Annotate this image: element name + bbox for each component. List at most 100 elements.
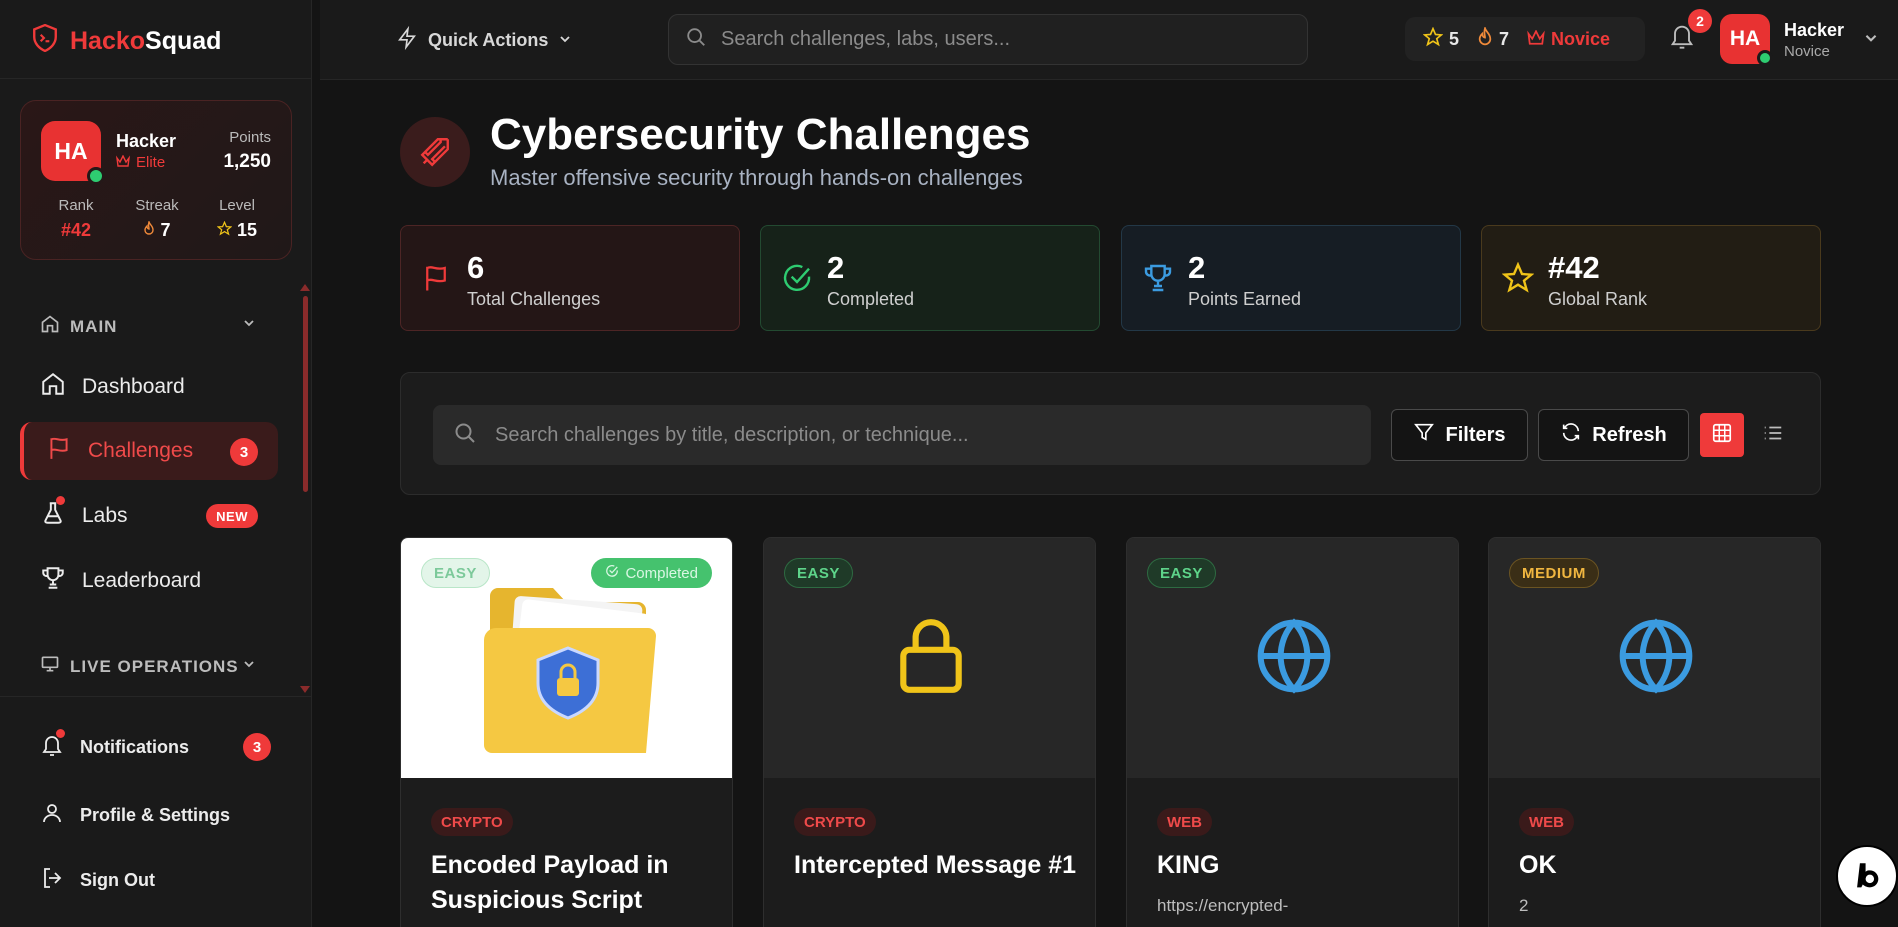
stat-value: 2 — [1188, 250, 1206, 285]
quick-actions-label: Quick Actions — [428, 30, 549, 50]
star-icon — [1501, 261, 1535, 299]
profile-card[interactable]: HA Hacker Elite Points 1,250 Rank #42 St… — [20, 100, 292, 260]
section-live-header[interactable]: LIVE OPERATIONS — [40, 654, 239, 679]
sidebar-item-notifications[interactable]: Notifications — [40, 729, 190, 763]
profile-name: Hacker — [116, 131, 177, 151]
brand-name-part2: Squad — [145, 27, 222, 55]
section-live-label: LIVE OPERATIONS — [70, 656, 239, 676]
check-circle-icon — [781, 262, 813, 299]
divider — [0, 696, 312, 697]
notifications-dot — [56, 729, 65, 738]
sidebar-item-leaderboard[interactable]: Leaderboard — [20, 552, 278, 610]
sidebar-scrollbar[interactable] — [303, 296, 308, 492]
challenge-card[interactable]: EASY WEB KING https://encrypted- — [1126, 537, 1459, 927]
stat-value: 2 — [827, 250, 845, 285]
challenge-card[interactable]: EASY Completed CRYPTO Encoded Payload in… — [400, 537, 733, 927]
challenge-card[interactable]: EASY CRYPTO Intercepted Message #1 — [763, 537, 1096, 927]
quick-actions-button[interactable]: Quick Actions — [396, 25, 572, 55]
challenge-description: https://encrypted- — [1157, 896, 1289, 915]
filters-label: Filters — [1445, 423, 1506, 446]
refresh-button[interactable]: Refresh — [1538, 409, 1689, 461]
globe-icon — [1254, 616, 1334, 701]
monitor-icon — [40, 654, 60, 679]
rank-value: #42 — [60, 220, 92, 240]
brand-name-part1: Hacko — [70, 27, 146, 55]
category-badge: CRYPTO — [794, 808, 876, 836]
challenge-title: Encoded Payload in Suspicious Script — [431, 851, 669, 914]
streak-value: 7 — [160, 220, 171, 240]
section-main-header[interactable]: MAIN — [40, 314, 117, 339]
search-icon — [685, 26, 707, 53]
global-search[interactable] — [668, 14, 1308, 65]
sidebar: HackoSquad HA Hacker Elite Points 1,250 … — [0, 0, 312, 927]
sidebar-item-sign-out[interactable]: Sign Out — [40, 866, 155, 895]
trophy-icon — [40, 565, 66, 597]
list-view-toggle[interactable] — [1751, 413, 1795, 457]
profile-tier: Elite — [115, 154, 166, 171]
flag-icon — [46, 435, 72, 467]
stars-count: 5 — [1449, 28, 1460, 49]
scroll-up-arrow[interactable] — [300, 284, 310, 291]
challenge-search-input[interactable] — [495, 423, 1355, 447]
lock-icon — [893, 616, 969, 701]
sidebar-item-label: Dashboard — [82, 375, 185, 398]
level-stat: Level 15 — [197, 197, 277, 241]
star-icon — [216, 220, 233, 241]
page-title: Cybersecurity Challenges — [490, 110, 1031, 159]
completed-badge: Completed — [591, 558, 712, 588]
user-name[interactable]: Hacker — [1784, 20, 1844, 41]
difficulty-badge: EASY — [784, 558, 853, 588]
chevron-down-icon[interactable] — [242, 657, 256, 676]
logout-icon — [40, 866, 64, 895]
filters-button[interactable]: Filters — [1391, 409, 1528, 461]
home-icon — [40, 371, 66, 403]
search-input[interactable] — [721, 28, 1281, 51]
labs-notify-dot — [56, 496, 65, 505]
scroll-down-arrow[interactable] — [300, 686, 310, 693]
chevron-down-icon — [558, 30, 572, 51]
user-stats-pill[interactable]: 5 7 Novice — [1405, 17, 1645, 61]
sidebar-item-profile-settings[interactable]: Profile & Settings — [40, 801, 230, 830]
user-icon — [40, 801, 64, 830]
challenge-title: OK — [1519, 851, 1557, 879]
crown-icon — [1527, 28, 1545, 50]
sidebar-item-labs[interactable]: Labs NEW — [20, 487, 278, 545]
challenge-card[interactable]: MEDIUM WEB OK 2 — [1488, 537, 1821, 927]
sidebar-item-dashboard[interactable]: Dashboard — [20, 358, 278, 416]
sidebar-item-challenges[interactable]: Challenges 3 — [20, 422, 278, 480]
brand-logo[interactable]: HackoSquad — [32, 23, 222, 59]
profile-tier-label: Elite — [136, 154, 166, 171]
chevron-down-icon[interactable] — [1863, 30, 1879, 51]
flame-icon — [1477, 25, 1493, 52]
online-status-dot — [1757, 50, 1773, 66]
new-badge: NEW — [206, 504, 258, 528]
bolt-badge-logo[interactable] — [1836, 845, 1898, 907]
chevron-down-icon[interactable] — [242, 316, 256, 335]
notifications-count-badge: 3 — [243, 733, 271, 761]
difficulty-badge: MEDIUM — [1509, 558, 1599, 588]
difficulty-badge: EASY — [1147, 558, 1216, 588]
stat-value: #42 — [1548, 250, 1600, 285]
streak-stat: Streak 7 — [117, 197, 197, 241]
flask-icon — [40, 496, 66, 532]
points-value: 1,250 — [223, 151, 271, 172]
grid-icon — [1711, 422, 1733, 449]
challenge-search[interactable] — [433, 405, 1371, 465]
filter-panel: Filters Refresh — [400, 372, 1821, 495]
stat-card-rank: #42 Global Rank — [1481, 225, 1821, 331]
bell-icon — [40, 729, 65, 763]
streak-label: Streak — [135, 197, 179, 214]
streak-count: 7 — [1499, 28, 1510, 49]
search-icon — [453, 421, 477, 450]
refresh-icon — [1560, 421, 1582, 449]
sidebar-item-label: Labs — [82, 504, 128, 527]
sword-icon — [400, 117, 470, 187]
sidebar-item-label: Notifications — [80, 737, 190, 757]
list-icon — [1762, 422, 1784, 449]
refresh-label: Refresh — [1592, 423, 1667, 446]
grid-view-toggle[interactable] — [1700, 413, 1744, 457]
stat-label: Total Challenges — [467, 289, 601, 309]
stat-card-total: 6 Total Challenges — [400, 225, 740, 331]
topbar: Quick Actions 5 7 Novice 2 HA — [320, 0, 1898, 80]
sidebar-item-label: Challenges — [88, 439, 194, 462]
